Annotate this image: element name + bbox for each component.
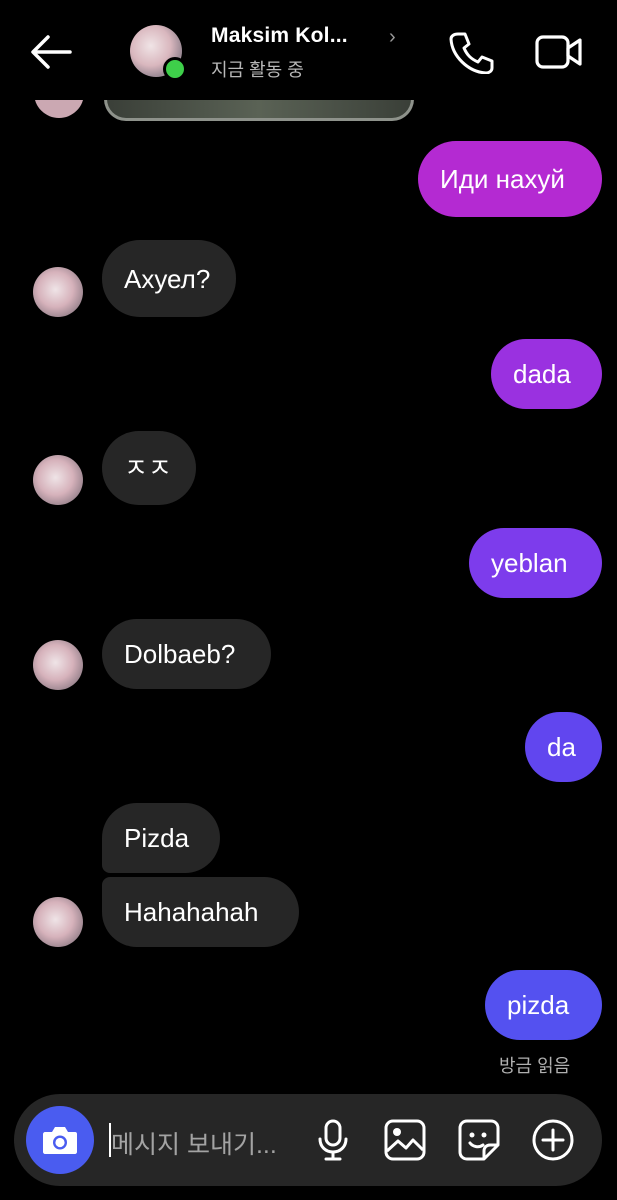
message-bubble-outgoing[interactable]: pizda: [485, 970, 602, 1040]
phone-call-icon[interactable]: [448, 30, 494, 74]
message-bubble-incoming[interactable]: Ахуел?: [102, 240, 236, 317]
chat-header: Maksim Kol... 지금 활동 중 ›: [0, 0, 617, 100]
video-call-icon[interactable]: [534, 32, 584, 72]
back-arrow-icon[interactable]: [28, 32, 74, 72]
sticker-icon[interactable]: [457, 1118, 501, 1162]
avatar[interactable]: [33, 455, 83, 505]
avatar[interactable]: [33, 640, 83, 690]
message-bubble-incoming[interactable]: Dolbaeb?: [102, 619, 271, 689]
message-bubble-outgoing[interactable]: yeblan: [469, 528, 602, 598]
message-input[interactable]: 메시지 보내기...: [111, 1125, 277, 1161]
message-bubble-outgoing[interactable]: da: [525, 712, 602, 782]
microphone-icon[interactable]: [311, 1118, 355, 1162]
read-receipt: 방금 읽음: [499, 1056, 571, 1076]
contact-name[interactable]: Maksim Kol...: [211, 24, 348, 48]
avatar[interactable]: [33, 897, 83, 947]
chevron-right-icon[interactable]: ›: [389, 26, 396, 49]
message-bubble-incoming[interactable]: Hahahahah: [102, 877, 299, 947]
online-status-dot: [163, 57, 187, 81]
message-bubble-incoming[interactable]: ㅈㅈ: [102, 431, 196, 505]
avatar[interactable]: [33, 267, 83, 317]
message-bubble-outgoing[interactable]: Иди нахуй: [418, 141, 602, 217]
camera-button[interactable]: [26, 1106, 94, 1174]
active-status-text: 지금 활동 중: [211, 60, 304, 80]
plus-circle-icon[interactable]: [531, 1118, 575, 1162]
message-bubble-incoming[interactable]: Pizda: [102, 803, 220, 873]
gallery-icon[interactable]: [383, 1118, 427, 1162]
message-composer: [14, 1094, 602, 1186]
camera-icon: [43, 1127, 77, 1154]
message-bubble-outgoing[interactable]: dada: [491, 339, 602, 409]
